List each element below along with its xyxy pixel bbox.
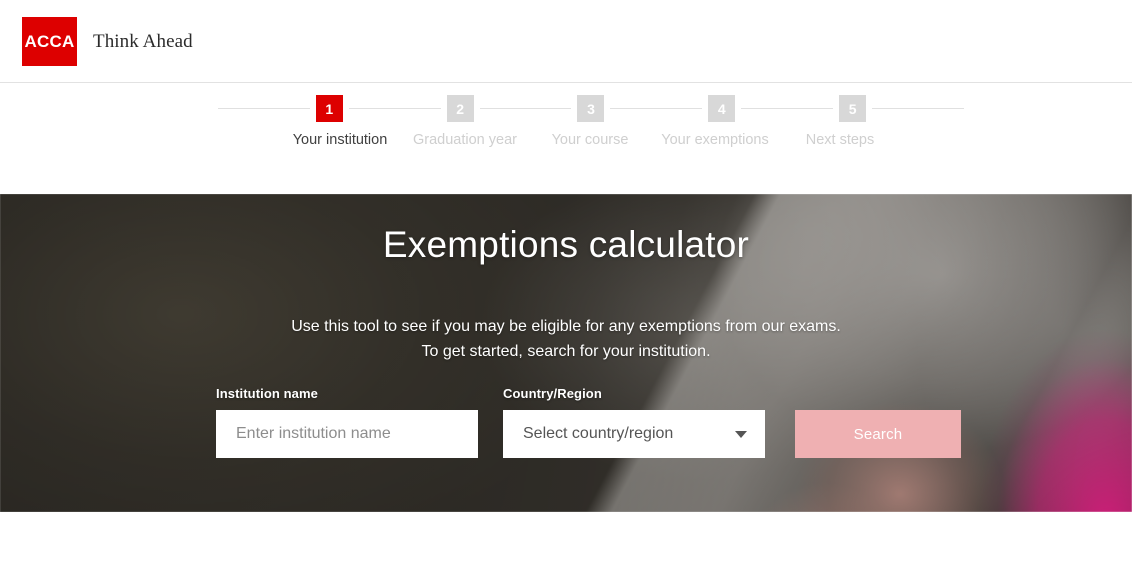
country-region-field-group: Country/Region Select country/region (503, 386, 765, 458)
track-segment (741, 108, 834, 109)
acca-logo-box: ACCA (22, 17, 77, 66)
site-header: ACCA Think Ahead (0, 0, 1132, 83)
track-segment (872, 108, 964, 109)
acca-logo-text: ACCA (24, 31, 75, 51)
stepper-section: 1 2 3 4 5 Your institution Graduation ye… (0, 83, 1132, 194)
stepper-labels: Your institution Graduation year Your co… (218, 132, 964, 154)
progress-stepper: 1 2 3 4 5 Your institution Graduation ye… (218, 95, 964, 175)
stepper-track: 1 2 3 4 5 (218, 95, 964, 122)
country-region-label: Country/Region (503, 386, 602, 401)
page-title: Exemptions calculator (382, 224, 750, 265)
step-indicator-4[interactable]: 4 (708, 95, 736, 122)
page-body-area (0, 512, 1132, 574)
step-indicator-2[interactable]: 2 (446, 95, 474, 122)
track-segment (610, 108, 703, 109)
track-segment (479, 108, 572, 109)
acca-brand-logo[interactable]: ACCA Think Ahead (22, 17, 193, 66)
hero-description-line-1: Use this tool to see if you may be eligi… (291, 318, 841, 335)
institution-search-form: Institution name Country/Region Select c… (216, 386, 961, 458)
exemptions-calculator-page: ACCA Think Ahead 1 2 3 4 5 Your institut… (0, 0, 1132, 574)
hero-banner: Exemptions calculator Use this tool to s… (0, 194, 1132, 512)
track-segment (218, 108, 310, 109)
step-label-your-course[interactable]: Your course (552, 132, 629, 148)
track-segment (348, 108, 441, 109)
institution-name-label: Institution name (216, 386, 318, 401)
step-label-your-exemptions[interactable]: Your exemptions (661, 132, 768, 148)
country-region-select[interactable]: Select country/region (503, 410, 765, 458)
hero-content: Exemptions calculator Use this tool to s… (0, 194, 1132, 512)
institution-name-input[interactable] (216, 410, 478, 458)
brand-tagline: Think Ahead (93, 30, 193, 52)
step-label-graduation-year[interactable]: Graduation year (413, 132, 517, 148)
step-label-next-steps[interactable]: Next steps (806, 132, 875, 148)
hero-description-line-2: To get started, search for your institut… (421, 343, 711, 360)
hero-description: Use this tool to see if you may be eligi… (0, 314, 1132, 364)
chevron-down-icon (735, 431, 747, 438)
search-button[interactable]: Search (795, 410, 961, 458)
step-label-your-institution[interactable]: Your institution (293, 132, 388, 148)
country-region-selected-value: Select country/region (523, 425, 674, 442)
institution-name-field-group: Institution name (216, 386, 478, 458)
step-indicator-3[interactable]: 3 (577, 95, 605, 122)
step-indicator-5[interactable]: 5 (839, 95, 867, 122)
step-indicator-1[interactable]: 1 (315, 95, 343, 122)
